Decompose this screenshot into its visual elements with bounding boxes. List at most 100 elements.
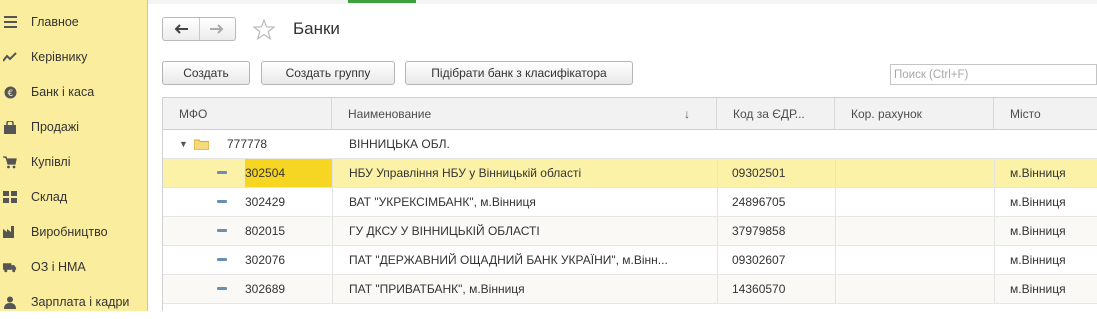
cell-city: м.Вінниця [1010, 253, 1066, 267]
navigation-buttons [162, 17, 236, 41]
column-divider [717, 217, 718, 245]
column-header-name[interactable]: Наименование [332, 98, 717, 129]
column-divider [332, 246, 333, 274]
arrow-right-icon [210, 24, 224, 34]
cell-code: 24896705 [732, 195, 786, 209]
cell-code: 09302501 [732, 166, 786, 180]
column-divider [332, 188, 333, 216]
pick-from-classifier-button[interactable]: Підібрати банк з класифікатора [405, 61, 633, 85]
column-divider [835, 275, 836, 303]
column-divider [994, 246, 995, 274]
sidebar-item-label: ОЗ і НМА [31, 260, 86, 274]
column-divider [717, 275, 718, 303]
sidebar-item-production[interactable]: Виробництво [0, 215, 148, 249]
trend-chart-icon [3, 50, 17, 64]
sort-arrow-icon: ↓ [684, 107, 690, 121]
create-button[interactable]: Создать [162, 61, 250, 85]
column-divider [994, 275, 995, 303]
sidebar-item-label: Керівнику [31, 50, 88, 64]
sidebar-item-purchases[interactable]: Купівлі [0, 145, 148, 179]
forward-button[interactable] [198, 18, 235, 40]
item-marker-icon [217, 258, 227, 261]
table-row[interactable]: 302076 ПАТ "ДЕРЖАВНИЙ ОЩАДНИЙ БАНК УКРАЇ… [163, 246, 1097, 275]
sidebar-item-main[interactable]: Главное [0, 5, 148, 39]
create-group-button[interactable]: Создать группу [261, 61, 395, 85]
column-header-edrpou[interactable]: Код за ЄДР... [717, 98, 835, 129]
column-header-account[interactable]: Кор. рахунок [835, 98, 994, 129]
truck-icon [3, 260, 17, 274]
back-button[interactable] [163, 18, 199, 40]
sidebar-item-warehouse[interactable]: Склад [0, 180, 148, 214]
sidebar: Главное Керівнику € Банк і каса Продажі … [0, 0, 148, 311]
cell-mfo: 302689 [245, 282, 286, 296]
column-divider [332, 217, 333, 245]
shopping-bag-icon [3, 120, 17, 134]
table-row[interactable]: 302504 НБУ Управління НБУ у Вінницькій о… [163, 159, 1097, 188]
cell-city: м.Вінниця [1010, 224, 1066, 238]
favorite-star-button[interactable] [251, 17, 277, 41]
column-divider [717, 188, 718, 216]
cell-mfo: 302076 [245, 253, 286, 267]
sidebar-item-manager[interactable]: Керівнику [0, 40, 148, 74]
item-marker-icon [217, 287, 227, 290]
sidebar-item-label: Склад [31, 190, 68, 204]
sidebar-item-sales[interactable]: Продажі [0, 110, 148, 144]
cell-mfo: 302504 [245, 166, 286, 180]
column-divider [835, 188, 836, 216]
arrow-left-icon [174, 24, 188, 34]
column-divider [332, 275, 333, 303]
page-title: Банки [293, 19, 340, 38]
sidebar-item-label: Зарплата і кадри [31, 295, 130, 309]
column-divider [835, 159, 836, 187]
person-icon [3, 295, 17, 309]
table-row[interactable]: 302429 ВАТ "УКРЕКСІМБАНК", м.Вінниця 248… [163, 188, 1097, 217]
table-row[interactable]: 302689 ПАТ "ПРИВАТБАНК", м.Вінниця 14360… [163, 275, 1097, 304]
sidebar-item-fixed-assets[interactable]: ОЗ і НМА [0, 250, 148, 284]
sidebar-item-label: Продажі [31, 120, 79, 134]
table-header: МФО Наименование ↓ Код за ЄДР... Кор. ра… [163, 98, 1097, 130]
cell-code: 37979858 [732, 224, 786, 238]
column-divider [994, 217, 995, 245]
column-divider [994, 159, 995, 187]
cell-name: ПАТ "ПРИВАТБАНК", м.Вінниця [349, 282, 525, 296]
column-header-mfo[interactable]: МФО [163, 98, 332, 129]
column-header-city[interactable]: Місто [994, 98, 1097, 129]
item-marker-icon [217, 171, 227, 174]
cell-name: НБУ Управління НБУ у Вінницькій області [349, 166, 582, 180]
folder-icon [194, 130, 209, 158]
sidebar-item-label: Виробництво [31, 225, 108, 239]
cell-name: ВАТ "УКРЕКСІМБАНК", м.Вінниця [349, 195, 536, 209]
cell-city: м.Вінниця [1010, 195, 1066, 209]
column-divider [717, 246, 718, 274]
column-divider [994, 188, 995, 216]
sidebar-item-salary[interactable]: Зарплата і кадри [0, 285, 148, 319]
cell-city: м.Вінниця [1010, 282, 1066, 296]
group-mfo: 777778 [227, 137, 268, 151]
sidebar-item-label: Банк і каса [31, 85, 95, 99]
column-divider [835, 217, 836, 245]
coin-icon: € [3, 85, 17, 99]
item-marker-icon [217, 200, 227, 203]
cell-code: 14360570 [732, 282, 786, 296]
cell-mfo: 802015 [245, 224, 286, 238]
banks-table: МФО Наименование ↓ Код за ЄДР... Кор. ра… [162, 97, 1097, 311]
group-row[interactable]: ▼ 777778 ВІННИЦЬКА ОБЛ. [163, 130, 1097, 159]
warehouse-grid-icon [3, 190, 17, 204]
svg-text:€: € [7, 89, 13, 99]
column-divider [717, 159, 718, 187]
item-marker-icon [217, 229, 227, 232]
cart-icon [3, 155, 17, 169]
column-divider [835, 246, 836, 274]
sidebar-item-bank[interactable]: € Банк і каса [0, 75, 148, 109]
top-strip [148, 0, 1097, 4]
expand-triangle-icon[interactable]: ▼ [179, 130, 188, 158]
star-icon [253, 18, 275, 40]
sidebar-item-label: Купівлі [31, 155, 71, 169]
cell-mfo: 302429 [245, 195, 286, 209]
active-tab-indicator [348, 0, 416, 3]
table-row[interactable]: 802015 ГУ ДКСУ У ВІННИЦЬКІЙ ОБЛАСТІ 3797… [163, 217, 1097, 246]
cell-name: ПАТ "ДЕРЖАВНИЙ ОЩАДНИЙ БАНК УКРАЇНИ", м.… [349, 253, 668, 267]
cell-code: 09302607 [732, 253, 786, 267]
factory-icon [3, 225, 17, 239]
search-input[interactable] [890, 64, 1097, 85]
